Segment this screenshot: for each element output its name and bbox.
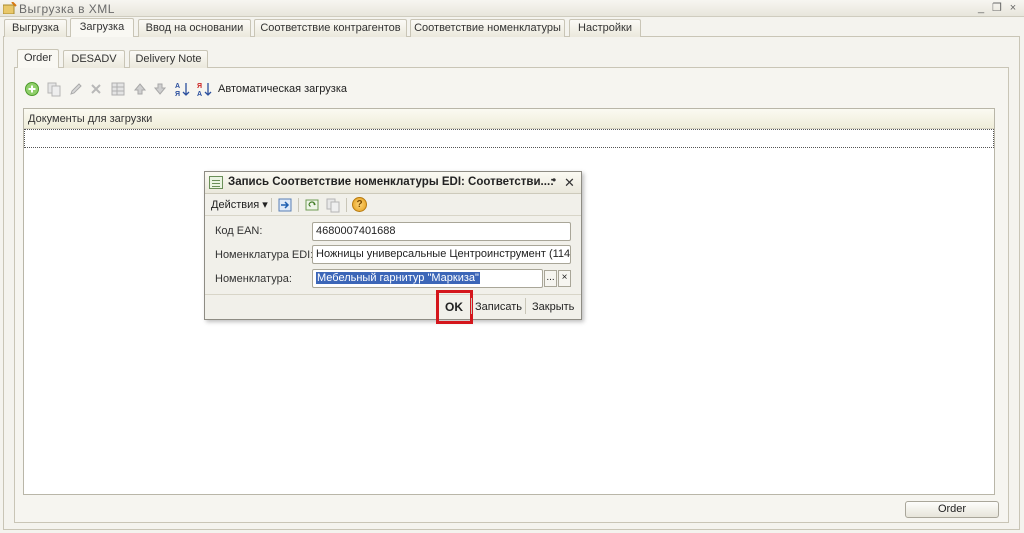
- tab-label: Ввод на основании: [145, 22, 244, 34]
- subtab-label: Order: [23, 52, 53, 64]
- close-window-button[interactable]: ×: [1006, 1, 1020, 15]
- toolbar-separator: [298, 198, 299, 212]
- dialog-title: Запись Соответствие номенклатуры EDI: Со…: [228, 176, 554, 188]
- app-icon: [3, 2, 17, 14]
- tab-label: Настройки: [578, 22, 632, 34]
- dialog-title-bar[interactable]: Запись Соответствие номенклатуры EDI: Со…: [205, 172, 581, 194]
- svg-text:Я: Я: [175, 91, 180, 97]
- tab-sootvetstvie-nomenklatury[interactable]: Соответствие номенклатуры: [410, 19, 565, 37]
- save-and-close-icon[interactable]: [277, 197, 293, 213]
- tab-label: Выгрузка: [12, 22, 59, 34]
- tab-vygruzka[interactable]: Выгрузка: [4, 19, 67, 37]
- toolbar-separator: [346, 198, 347, 212]
- nomenclature-value: Мебельный гарнитур "Маркиза": [316, 272, 480, 284]
- dialog-toolbar: Действия ▾ ?: [205, 194, 581, 216]
- actions-menu-button[interactable]: Действия ▾: [211, 198, 268, 211]
- close-button[interactable]: Закрыть: [532, 301, 574, 313]
- pin-icon[interactable]: •: [552, 173, 556, 187]
- tab-label: Загрузка: [79, 21, 125, 33]
- tab-label: Соответствие номенклатуры: [414, 22, 561, 34]
- delete-icon[interactable]: [88, 81, 104, 97]
- nomenclature-field[interactable]: Мебельный гарнитур "Маркиза": [312, 269, 543, 288]
- svg-text:A: A: [197, 91, 202, 97]
- move-up-icon[interactable]: [132, 81, 148, 97]
- help-icon[interactable]: ?: [352, 197, 367, 212]
- refresh-icon[interactable]: [304, 197, 320, 213]
- ean-value: 4680007401688: [316, 225, 396, 237]
- tab-vvod-na-osnovanii[interactable]: Ввод на основании: [138, 19, 251, 37]
- svg-text:Я: Я: [197, 83, 202, 90]
- tab-zagruzka[interactable]: Загрузка: [70, 18, 134, 37]
- select-button[interactable]: ...: [544, 270, 557, 287]
- documents-list-header: Документы для загрузки: [24, 109, 994, 129]
- svg-text:A: A: [175, 83, 180, 90]
- order-button[interactable]: Order: [905, 501, 999, 518]
- tab-sootvetstvie-kontragentov[interactable]: Соответствие контрагентов: [254, 19, 407, 37]
- table-icon[interactable]: [110, 81, 126, 97]
- subtab-order[interactable]: Order: [17, 49, 59, 68]
- list-row[interactable]: [24, 129, 994, 148]
- sort-ascending-icon[interactable]: A Я: [174, 81, 190, 97]
- restore-button[interactable]: ❐: [990, 1, 1004, 15]
- window-title: Выгрузка в XML: [19, 2, 115, 16]
- toolbar-separator: [271, 198, 272, 212]
- edit-icon[interactable]: [68, 81, 84, 97]
- copy-icon[interactable]: [46, 81, 62, 97]
- subtab-delivery-note[interactable]: Delivery Note: [129, 50, 208, 68]
- save-button[interactable]: Записать: [475, 301, 522, 313]
- edi-nomenclature-field[interactable]: Ножницы универсальные Центроинструмент (…: [312, 245, 571, 264]
- add-icon[interactable]: [24, 81, 40, 97]
- ok-button[interactable]: OK: [445, 300, 463, 314]
- clear-button[interactable]: ×: [558, 270, 571, 287]
- subtab-label: DESADV: [71, 53, 117, 65]
- tab-label: Соответствие контрагентов: [260, 22, 401, 34]
- subtab-label: Delivery Note: [135, 53, 202, 65]
- move-down-icon[interactable]: [152, 81, 168, 97]
- edi-nomenclature-label: Номенклатура EDI:: [215, 249, 314, 261]
- window-title-bar: Выгрузка в XML _ ❐ ×: [0, 0, 1024, 17]
- ean-label: Код EAN:: [215, 225, 263, 237]
- auto-load-button[interactable]: Автоматическая загрузка: [218, 83, 347, 95]
- actions-label: Действия: [211, 199, 260, 211]
- nomenclature-label: Номенклатура:: [215, 273, 292, 285]
- dialog-close-button[interactable]: ✕: [564, 175, 575, 191]
- copy-record-icon[interactable]: [325, 197, 341, 213]
- nomenclature-mapping-dialog: Запись Соответствие номенклатуры EDI: Со…: [204, 171, 582, 324]
- sort-descending-icon[interactable]: Я A: [196, 81, 212, 97]
- form-icon: [209, 176, 223, 189]
- minimize-button[interactable]: _: [974, 1, 988, 15]
- button-separator: [471, 298, 472, 314]
- button-separator: [525, 298, 526, 314]
- edi-nomenclature-value: Ножницы универсальные Центроинструмент (…: [316, 248, 571, 260]
- subtab-desadv[interactable]: DESADV: [63, 50, 125, 68]
- ean-field[interactable]: 4680007401688: [312, 222, 571, 241]
- tab-nastroyki[interactable]: Настройки: [569, 19, 641, 37]
- chevron-down-icon: ▾: [262, 199, 268, 211]
